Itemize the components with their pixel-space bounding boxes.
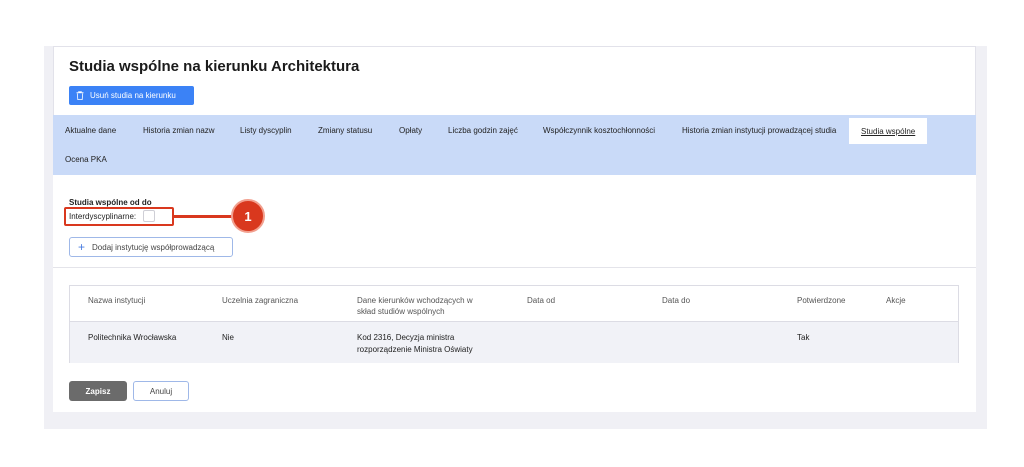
tab-name-history[interactable]: Historia zmian nazw [143,126,215,135]
delete-study-label: Usuń studia na kierunku [90,91,176,100]
callout-badge: 1 [231,199,265,233]
table-header-row: Nazwa instytucji Uczelnia zagraniczna Da… [70,286,958,322]
header-date-to: Data do [662,296,691,305]
header-actions: Akcje [886,296,906,305]
callout-connector [174,215,232,218]
cell-institution: Politechnika Wrocławska [88,333,177,342]
cell-confirmed: Tak [797,333,810,342]
header-institution-name: Nazwa instytucji [88,296,146,305]
plus-icon: + [78,240,86,254]
table-row: Politechnika Wrocławska Nie Kod 2316, De… [70,322,958,363]
tab-bar: Aktualne dane Historia zmian nazw Listy … [53,115,976,175]
header-confirmed: Potwierdzone [797,296,846,305]
tab-status-changes[interactable]: Zmiany statusu [318,126,372,135]
tab-joint-studies[interactable]: Studia wspólne [849,118,928,144]
add-institution-button[interactable]: + Dodaj instytucję współprowadzącą [69,237,233,257]
tab-fees[interactable]: Opłaty [399,126,422,135]
interdisciplinary-checkbox[interactable] [143,210,155,222]
delete-study-button[interactable]: Usuń studia na kierunku [69,86,194,105]
cell-programs-line2: rozporządzenie Ministra Oświaty [357,345,473,354]
header-programs-line1: Dane kierunków wchodzących w [357,296,473,305]
cell-programs-line1: Kod 2316, Decyzja ministra [357,333,455,342]
joint-studies-date-label: Studia wspólne od do [69,198,152,207]
institutions-table: Nazwa instytucji Uczelnia zagraniczna Da… [69,285,959,363]
page-title: Studia wspólne na kierunku Architektura [69,58,360,75]
tab-cost-coefficient[interactable]: Współczynnik kosztochłonności [543,126,655,135]
tab-pka-rating[interactable]: Ocena PKA [65,155,107,164]
tab-discipline-lists[interactable]: Listy dyscyplin [240,126,292,135]
tab-institution-history[interactable]: Historia zmian instytucji prowadzącej st… [682,126,836,135]
cell-foreign: Nie [222,333,235,342]
tab-current-data[interactable]: Aktualne dane [65,126,116,135]
save-button[interactable]: Zapisz [69,381,127,401]
tab-class-hours[interactable]: Liczba godzin zajęć [448,126,518,135]
add-institution-label: Dodaj instytucję współprowadzącą [92,242,215,252]
header-programs-line2: skład studiów wspólnych [357,307,445,316]
interdisciplinary-label: Interdyscyplinarne: [69,212,137,221]
cancel-button[interactable]: Anuluj [133,381,189,401]
header-date-from: Data od [527,296,556,305]
section-divider [53,267,976,268]
header-foreign-university: Uczelnia zagraniczna [222,296,299,305]
trash-icon [76,91,84,100]
